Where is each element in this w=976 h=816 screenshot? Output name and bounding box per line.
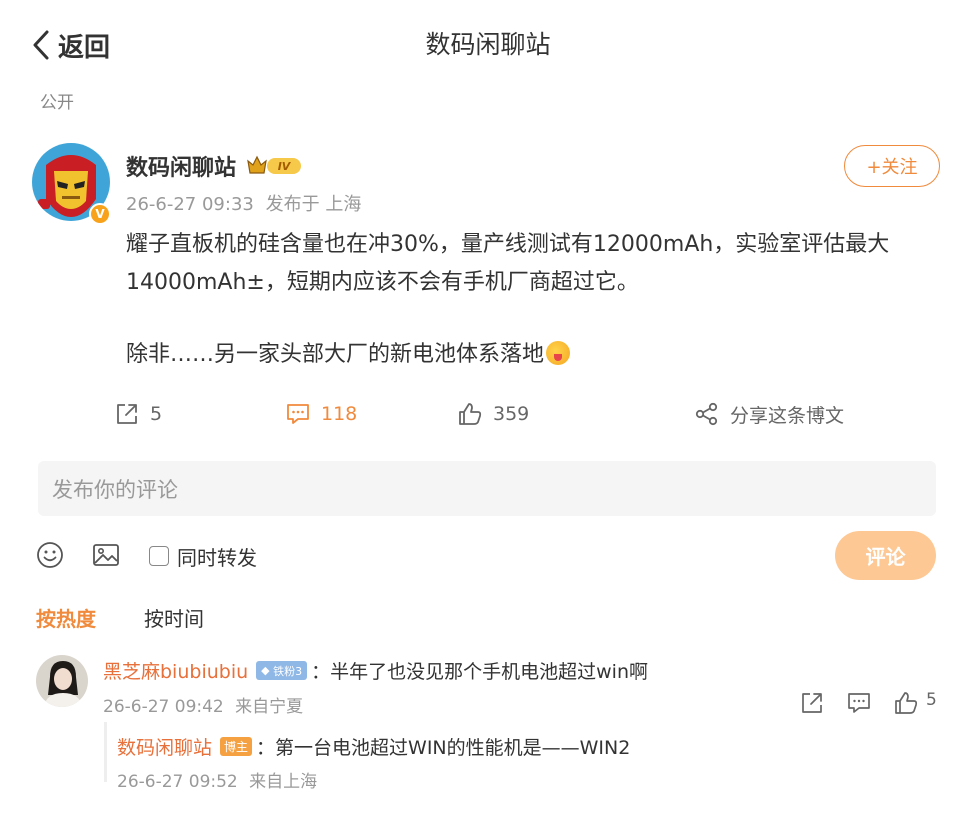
reply-divider [104,722,107,782]
repost-checkbox[interactable]: 同时转发 [149,542,257,570]
post-text-line-3: 除非……另一家头部大厂的新电池体系落地 [126,336,926,374]
commenter-avatar[interactable] [36,655,88,707]
repost-icon [117,404,137,424]
reply-meta: 26-6-27 09:52 来自上海 [117,767,317,792]
image-button[interactable] [91,540,121,570]
follow-button[interactable]: +关注 [844,145,940,187]
reply-date: 26-6-27 09:52 [117,772,238,792]
comment-input-placeholder: 发布你的评论 [52,477,178,502]
post-text-line-2: 14000mAh±，短期内应该不会有手机厂商超过它。 [126,270,639,295]
commenter-name[interactable]: 黑芝麻biubiubiu [103,657,248,684]
level-badge: IV [245,152,303,178]
author-name[interactable]: 数码闲聊站 [126,150,236,182]
tongue-emoji-icon [546,341,571,365]
comment-input[interactable]: 发布你的评论 [38,461,936,516]
repost-button[interactable]: 5 [114,398,162,430]
share-label: 分享这条博文 [730,404,845,427]
share-button[interactable]: 分享这条博文 [694,398,844,430]
fan-badge-label: 铁粉3 [273,664,303,678]
checkbox-box [149,546,169,566]
like-icon [459,403,482,425]
tab-sort-hot[interactable]: 按热度 [36,603,96,632]
share-icon [695,402,718,426]
comment-like-button[interactable] [893,690,919,716]
like-icon [895,692,918,714]
comment-like-count: 5 [926,690,937,710]
emoji-button[interactable] [35,540,65,570]
repost-checkbox-label: 同时转发 [177,545,257,570]
comment-date: 26-6-27 09:42 [103,697,224,717]
like-button[interactable]: 359 [457,398,529,430]
repost-count: 5 [150,403,163,425]
post-meta: 26-6-27 09:33 发布于 上海 [126,190,361,216]
comment-count-button[interactable]: 118 [285,398,357,430]
emoji-icon [37,542,63,568]
image-icon [93,544,119,566]
like-count: 359 [493,403,530,425]
visibility-label: 公开 [40,93,74,113]
comment-line: 黑芝麻biubiubiu ◆ 铁粉3 ：半年了也没见那个手机电池超过win啊 [103,657,648,684]
tab-sort-time[interactable]: 按时间 [144,603,204,632]
chevron-left-icon [33,30,49,60]
comment-repost-button[interactable] [799,690,825,716]
verified-badge: V [89,203,111,225]
post-date: 26-6-27 09:33 [126,194,254,215]
back-label: 返回 [58,32,111,63]
reply-text: ：第一台电池超过WIN的性能机是——WIN2 [256,737,631,759]
comment-icon [287,404,309,424]
page-title: 数码闲聊站 [425,30,551,59]
repost-icon [802,693,822,713]
comment-meta: 26-6-27 09:42 来自宁夏 [103,692,303,717]
comment-count: 118 [321,403,358,425]
level-badge-text: IV [278,160,292,173]
reply-source: 来自上海 [249,772,318,792]
post-source: 发布于 上海 [265,194,362,215]
reply-line: 数码闲聊站 博主 ：第一台电池超过WIN的性能机是——WIN2 [117,733,630,760]
author-badge: 博主 [220,737,253,756]
comment-source: 来自宁夏 [235,697,304,717]
comment-icon [848,693,870,713]
comment-text: ：半年了也没见那个手机电池超过win啊 [311,661,648,683]
submit-comment-button[interactable]: 评论 [835,531,936,580]
reply-author-name[interactable]: 数码闲聊站 [117,733,212,760]
back-button[interactable]: 返回 [30,24,110,66]
comment-reply-button[interactable] [846,690,872,716]
fan-badge: ◆ 铁粉3 [256,661,308,680]
post-text-line-3-content: 除非……另一家头部大厂的新电池体系落地 [126,342,545,367]
post-text-line-1: 耀子直板机的硅含量也在冲30%，量产线测试有12000mAh，实验室评估最大 [126,232,890,257]
